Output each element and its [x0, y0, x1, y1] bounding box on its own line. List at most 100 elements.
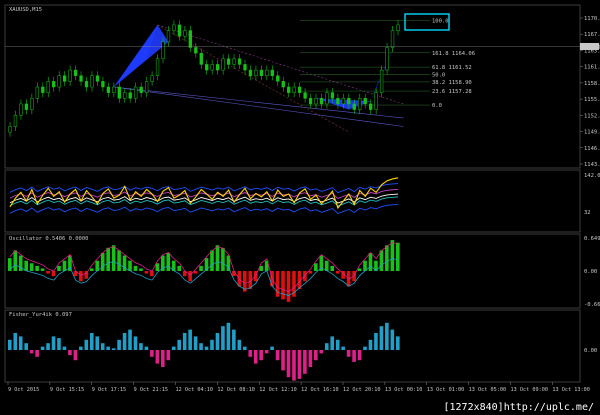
- candle: [123, 92, 127, 99]
- osc2-bar: [341, 346, 345, 350]
- candle: [112, 86, 116, 93]
- x-tick-label: 13 Oct 13:00: [552, 387, 589, 393]
- osc2-bar: [204, 346, 209, 350]
- price-tick-label: 1158.10: [584, 81, 600, 87]
- candle: [183, 30, 187, 37]
- candle: [336, 98, 340, 105]
- x-tick-label: 13 Oct 00:10: [385, 387, 422, 393]
- price-tick-label: 1152.10: [584, 113, 600, 119]
- osc1-tick-label: 0.6494: [584, 236, 600, 242]
- osc1-bar: [330, 265, 335, 271]
- candle: [128, 92, 132, 99]
- candle: [330, 92, 335, 99]
- price-tick-label: 1163.55: [584, 48, 600, 54]
- osc1-bar: [385, 245, 389, 271]
- osc2-bar: [18, 336, 23, 350]
- osc1-bar: [155, 263, 160, 271]
- osc1-bar: [117, 250, 121, 271]
- osc1-bar: [368, 252, 373, 271]
- osc2-bar: [210, 339, 214, 350]
- candle: [308, 98, 313, 105]
- watermark: [1272x840]http://uplc.me/: [443, 402, 594, 413]
- osc1-bar: [100, 252, 105, 271]
- fib-level-label: 100.0: [432, 18, 449, 24]
- osc2-bar: [111, 348, 116, 350]
- candle: [369, 103, 373, 110]
- osc2-bar: [166, 350, 171, 361]
- osc2-bar: [46, 343, 50, 350]
- osc2-bar: [352, 350, 356, 362]
- candle: [297, 86, 302, 93]
- x-tick-label: 9 Oct 15:15: [50, 387, 84, 393]
- candle: [243, 64, 247, 71]
- x-tick-label: 12 Oct 12:10: [259, 387, 296, 393]
- osc2-bar: [150, 350, 154, 357]
- candle: [90, 75, 94, 88]
- x-tick-label: 12 Oct 04:10: [175, 387, 212, 393]
- candle: [325, 92, 329, 105]
- osc1-bar: [210, 250, 214, 271]
- candle: [287, 86, 291, 93]
- osc2-bar: [335, 339, 340, 350]
- candle: [8, 126, 12, 133]
- rsi-tick-label: 32: [584, 210, 591, 216]
- price-tick-label: 1161.10: [584, 65, 600, 71]
- osc1-bar: [390, 240, 395, 271]
- osc2-bar: [237, 339, 242, 350]
- price-tick-label: 1146.20: [584, 146, 600, 152]
- osc1-bar: [79, 271, 83, 282]
- osc1-bar: [188, 271, 192, 282]
- osc2-tick-label: 0.00: [584, 348, 597, 354]
- osc2-bar: [79, 346, 83, 350]
- osc1-bar: [29, 263, 34, 271]
- candle: [161, 41, 165, 60]
- candle: [144, 81, 149, 93]
- osc1-bar: [111, 245, 116, 271]
- trend-line: [157, 24, 404, 105]
- osc2-bar: [177, 339, 182, 350]
- osc1-bar: [193, 271, 198, 274]
- osc2-bar: [253, 350, 258, 364]
- x-tick-label: 9 Oct 2015: [8, 387, 39, 393]
- candle: [24, 103, 29, 110]
- osc2-bar: [106, 346, 110, 350]
- candle: [276, 75, 280, 82]
- osc2-bar: [374, 333, 378, 350]
- candle: [19, 103, 23, 116]
- candle: [166, 30, 171, 43]
- candle: [52, 81, 56, 88]
- fib-level-label: 61.8 1161.52: [432, 65, 472, 71]
- x-tick-label: 9 Oct 17:15: [92, 387, 126, 393]
- osc1-bar: [133, 265, 138, 271]
- osc2-bar: [122, 333, 127, 350]
- candle: [41, 86, 45, 93]
- fib-level-label: 0.0: [432, 103, 442, 109]
- osc1-bar: [13, 250, 18, 271]
- osc1-bar: [303, 271, 307, 282]
- osc2-bar: [324, 343, 329, 350]
- osc1-bar: [177, 265, 182, 271]
- osc2-bar: [221, 326, 225, 350]
- osc2-bar: [51, 336, 56, 350]
- osc1-tick-label: -0.6637: [584, 302, 600, 308]
- osc1-bar: [139, 268, 143, 271]
- osc1-bar: [46, 271, 50, 274]
- x-tick-label: 9 Oct 21:15: [134, 387, 168, 393]
- osc1-bar: [314, 263, 318, 271]
- osc2-bar: [297, 350, 302, 379]
- osc2-bar: [314, 350, 318, 361]
- candle: [30, 98, 34, 110]
- osc2-bar: [182, 333, 187, 350]
- osc1-bar: [281, 271, 285, 300]
- candle: [68, 69, 72, 82]
- candle: [177, 24, 182, 37]
- candle: [221, 58, 225, 71]
- candle: [84, 81, 89, 88]
- osc2-bar: [161, 350, 165, 367]
- osc1-bar: [379, 250, 384, 271]
- candle: [199, 52, 203, 65]
- osc2-bar: [330, 336, 335, 350]
- osc2-bar: [139, 343, 143, 350]
- candle: [106, 86, 111, 93]
- osc1-bar: [335, 271, 340, 274]
